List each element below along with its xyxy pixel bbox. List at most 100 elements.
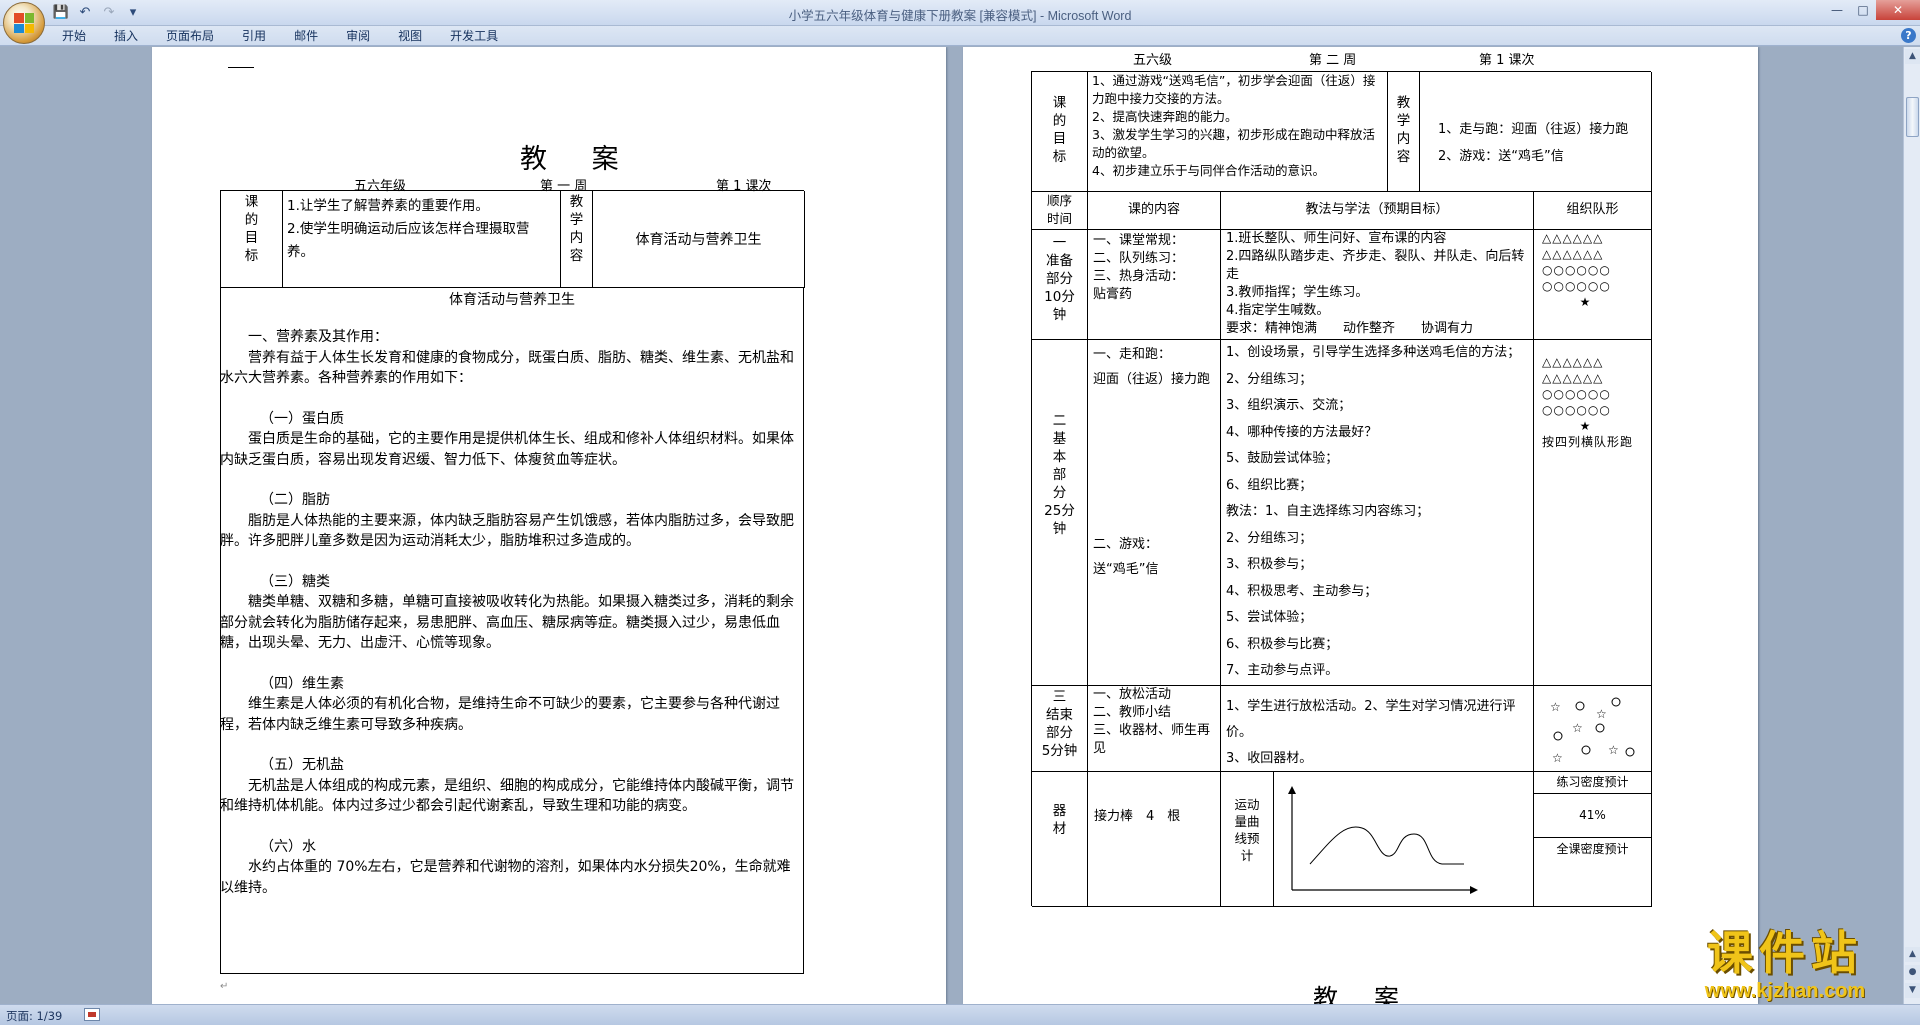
r-grade-label: 五六级	[1133, 53, 1173, 68]
section-text: 无机盐是人体组成的构成元素，是组织、细胞的构成成分，它能维持体内酸碱平衡，调节和…	[220, 777, 794, 815]
close-icon[interactable]: ✕	[1876, 0, 1920, 20]
part1-method-item: 3.教师指挥；学生练习。	[1226, 285, 1369, 300]
ribbon-tab[interactable]: 邮件	[280, 28, 332, 44]
part1-content-item: 贴膏药	[1093, 287, 1133, 302]
maximize-icon[interactable]: □	[1850, 0, 1876, 20]
section-text: 营养有益于人体生长发育和健康的食物成分，既蛋白质、脂肪、糖类、维生素、无机盐和水…	[220, 349, 794, 387]
part2-method-item: 4、积极思考、主动参与；	[1226, 583, 1378, 599]
paragraph-mark: ↵	[220, 981, 229, 992]
ribbon-tab[interactable]: 开发工具	[436, 28, 512, 44]
formation-row: △△△△△△	[1542, 355, 1604, 369]
next-doc-title: 教 案	[1313, 984, 1413, 1004]
svg-text:☆: ☆	[1608, 743, 1619, 757]
ribbon-tab[interactable]: 页面布局	[152, 28, 228, 44]
part1-methods: 1.班长整队、师生问好、宣布课的内容 2.四路纵队踏步走、齐步走、裂队、并队走、向…	[1221, 230, 1534, 340]
section-heading: （三）糖类	[260, 573, 330, 590]
body-title: 体育活动与营养卫生	[449, 292, 575, 308]
part2-method-item: 2、分组练习；	[1226, 371, 1313, 387]
goal-item: 1、通过游戏“送鸡毛信”，初步学会迎面（往返）接力跑中接力交接的方法。	[1092, 73, 1376, 106]
part3-content: 一、放松活动 二、教师小结 三、收器材、师生再见	[1088, 686, 1221, 772]
goal-item: 4、初步建立乐于与同伴合作活动的意识。	[1092, 163, 1325, 178]
ribbon-tab[interactable]: 引用	[228, 28, 280, 44]
section-text: 蛋白质是生命的基础，它的主要作用是提供机体生长、组成和修补人体组织材料。如果体内…	[220, 431, 794, 468]
col-header-content: 课的内容	[1088, 192, 1221, 230]
document-page-left[interactable]: 教 案 五六年级 第 一 周 第 1 课次 课 的 目 标 1.让学生了解营养素…	[152, 47, 946, 1004]
formation-row: ○○○○○○	[1542, 263, 1611, 277]
part2-method-item: 1、创设场景，引导学生选择多种送鸡毛信的方法；	[1226, 345, 1521, 360]
curve-label: 运动 量曲 线预 计	[1221, 772, 1274, 907]
density-value: 41%	[1534, 794, 1652, 838]
window-title: 小学五六年级体育与健康下册教案 [兼容模式] - Microsoft Word	[788, 9, 1132, 23]
intensity-curve	[1274, 772, 1534, 907]
ribbon-tab[interactable]: 视图	[384, 28, 436, 44]
office-button[interactable]	[3, 2, 45, 44]
goal-label: 课 的 目 标	[221, 191, 283, 288]
section-heading: （六）水	[260, 838, 316, 855]
document-page-right[interactable]: 五六级 第 二 周 第 1 课次 课 的 目 标 1、通过游戏“送鸡毛信”，初步…	[963, 47, 1758, 1004]
watermark-text: 课件站	[1707, 926, 1863, 980]
formation-row: △△△△△△	[1542, 247, 1604, 261]
content-cell: 体育活动与营养卫生	[593, 191, 805, 288]
goal-item: 2、提高快速奔跑的能力。	[1092, 109, 1238, 124]
goal-1: 1.让学生了解营养素的重要作用。	[287, 198, 489, 214]
minimize-icon[interactable]: —	[1824, 0, 1850, 20]
part2-formation: △△△△△△ △△△△△△ ○○○○○○ ○○○○○○ ★ 按四列横队形跑	[1534, 340, 1652, 686]
part3-label: 三 结束 部分 5分钟	[1032, 686, 1088, 772]
part3-content-item: 三、收器材、师生再见	[1093, 723, 1211, 756]
section: （六）水水约占体重的 70%左右，它是营养和代谢物的溶剂，如果体内水分损失20%…	[220, 837, 800, 919]
office-logo-icon	[14, 13, 34, 33]
col-header-order: 顺序 时间	[1032, 192, 1088, 230]
section-heading: （一）蛋白质	[260, 410, 344, 427]
r-lesson-label: 第 1 课次	[1479, 53, 1535, 68]
section-heading: （二）脂肪	[260, 492, 330, 508]
intensity-curve-chart	[1288, 786, 1478, 894]
equipment-items: 接力棒 4 根	[1088, 772, 1221, 907]
part2-method-item: 6、积极参与比赛；	[1226, 636, 1339, 652]
part1-content-item: 一、课堂常规：	[1093, 233, 1185, 248]
content-label: 教 学 内 容	[561, 191, 593, 288]
r-goals: 1、通过游戏“送鸡毛信”，初步学会迎面（往返）接力跑中接力交接的方法。 2、提高快…	[1088, 72, 1388, 192]
section-text: 糖类单糖、双糖和多糖，单糖可直接被吸收转化为热能。如果摄入糖类过多，消耗的剩余部…	[220, 594, 794, 651]
part1-content: 一、课堂常规： 二、队列练习： 三、热身活动： 贴膏药	[1088, 230, 1221, 340]
part2-method-item: 5、鼓励尝试体验；	[1226, 451, 1339, 466]
ribbon-tab[interactable]: 开始	[48, 28, 100, 44]
formation-row: △△△△△△	[1542, 371, 1604, 385]
section: （一）蛋白质蛋白质是生命的基础，它的主要作用是提供机体生长、组成和修补人体组织材…	[220, 409, 800, 491]
section: （四）维生素 维生素是人体必须的有机化合物，是维持生命不可缺少的要素，它主要参与各…	[220, 674, 800, 756]
total-density-label: 全课密度预计	[1534, 838, 1652, 907]
section-text: 水约占体重的 70%左右，它是营养和代谢物的溶剂，如果体内水分损失20%，生命就…	[220, 859, 791, 896]
goal-2: 2.使学生明确运动后应该怎样合理摄取营养。	[287, 221, 530, 260]
section-text: 维生素是人体必须的有机化合物，是维持生命不可缺少的要素，它主要参与各种代谢过程，…	[220, 696, 780, 733]
section: （三）糖类糖类单糖、双糖和多糖，单糖可直接被吸收转化为热能。如果摄入糖类过多，消…	[220, 572, 800, 674]
formation-row: △△△△△△	[1542, 231, 1604, 245]
part1-content-item: 二、队列练习：	[1093, 251, 1185, 266]
vertical-scrollbar[interactable]: ▲ ▲ ● ▼	[1903, 47, 1920, 1004]
part3-method-item: 1、学生进行放松活动。2、学生对学习情况进行评价。	[1226, 699, 1516, 740]
scroll-up-icon[interactable]: ▲	[1905, 49, 1920, 64]
scroll-thumb[interactable]	[1906, 97, 1919, 137]
part1-method-item: 2.四路纵队踏步走、齐步走、裂队、并队走、向后转走	[1226, 249, 1525, 282]
part2-method-item: 4、哪种传接的方法最好？	[1226, 424, 1378, 440]
ribbon-tab[interactable]: 插入	[100, 28, 152, 44]
window-controls: — □ ✕	[1824, 0, 1920, 20]
watermark-url: www.kjzhan.com	[1704, 980, 1866, 1002]
formation-row: 按四列横队形跑	[1542, 435, 1634, 449]
scatter-formation-diagram: ☆ ☆ ☆ ☆ ☆	[1550, 697, 1635, 765]
help-icon[interactable]: ?	[1901, 28, 1916, 43]
page-counter[interactable]: 页面: 1/39	[6, 1008, 62, 1024]
language-icon[interactable]	[84, 1008, 100, 1021]
doc-title: 教 案	[520, 144, 637, 175]
col-header-methods: 教法与学法（预期目标）	[1221, 192, 1534, 230]
part2-content-item: 二、游戏：	[1093, 537, 1159, 552]
part2-method-item: 7、主动参与点评。	[1226, 663, 1339, 678]
ribbon-tab[interactable]: 审阅	[332, 28, 384, 44]
svg-text:☆: ☆	[1572, 721, 1583, 735]
formation-row: ○○○○○○	[1542, 279, 1611, 293]
formation-row: ○○○○○○	[1542, 403, 1611, 417]
content-item: 2、游戏：送“鸡毛”信	[1438, 149, 1564, 164]
